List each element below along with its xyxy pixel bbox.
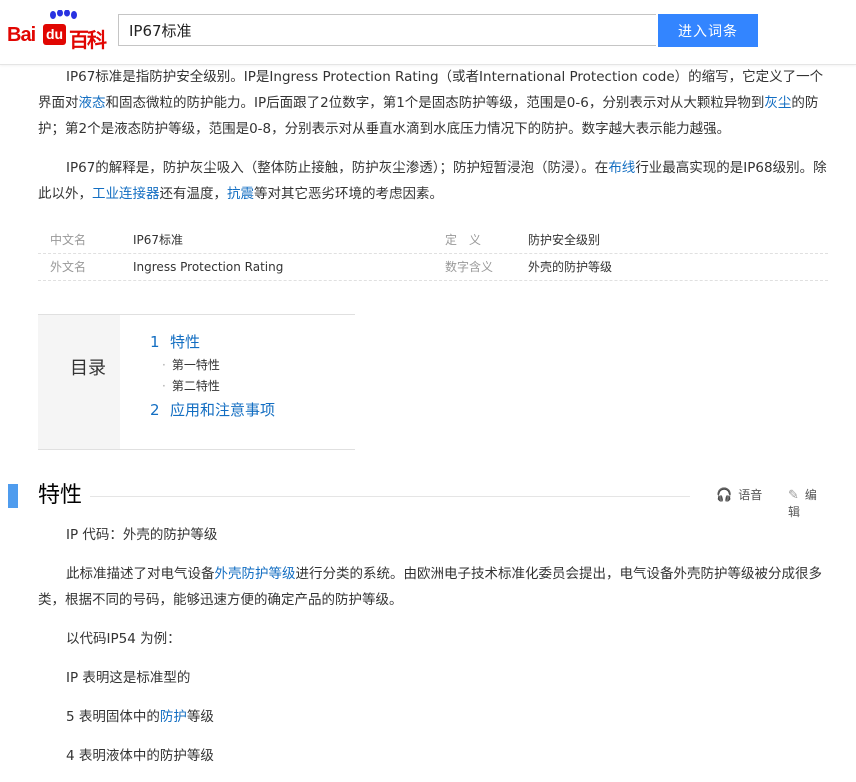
toc-label: 应用和注意事项 bbox=[170, 401, 276, 419]
section-paragraph: 5 表明固体中的防护等级 bbox=[38, 704, 828, 730]
pencil-icon: ✎ bbox=[788, 488, 799, 503]
toc-list: 1 特性 · 第一特性 · 第二特性 2 应用和注意事项 bbox=[150, 329, 275, 423]
section-paragraph: IP 代码：外壳的防护等级 bbox=[38, 522, 828, 548]
intro-paragraph-2: IP67的解释是，防护灰尘吸入（整体防止接触，防护灰尘渗透）；防护短暂浸泡（防浸… bbox=[38, 155, 828, 207]
section-paragraph: 4 表明液体中的防护等级 bbox=[38, 743, 828, 769]
text-run: IP67的解释是，防护灰尘吸入（整体防止接触，防护灰尘渗透）；防护短暂浸泡（防浸… bbox=[66, 160, 609, 176]
toc-label: 特性 bbox=[170, 333, 201, 351]
section-paragraph: 此标准描述了对电气设备外壳防护等级进行分类的系统。由欧洲电子技术标准化委员会提出… bbox=[38, 561, 828, 613]
info-value: 防护安全级别 bbox=[528, 233, 601, 247]
logo-bai-text: Bai bbox=[7, 24, 36, 46]
basic-info-row: 外文名 Ingress Protection Rating 数字含义 外壳的防护等级 bbox=[38, 254, 828, 281]
header-bar: Bai du 百科 进入词条 bbox=[0, 0, 856, 65]
baidu-baike-logo[interactable]: Bai du 百科 bbox=[7, 10, 111, 52]
toc-number: 2 bbox=[150, 401, 160, 419]
toc-subitem[interactable]: · 第二特性 bbox=[150, 376, 275, 397]
info-name: 中文名 bbox=[50, 233, 87, 247]
intro-text: IP67标准是指防护安全级别。IP是Ingress Protection Rat… bbox=[38, 64, 828, 220]
section-heading: 特性 🎧 语音 ✎ 编辑 bbox=[8, 480, 828, 519]
info-name: 数字含义 bbox=[445, 260, 494, 274]
logo-du-text: du bbox=[43, 24, 67, 45]
search-input[interactable] bbox=[118, 14, 656, 46]
toc-item[interactable]: 2 应用和注意事项 bbox=[150, 397, 275, 423]
text-run: 还有温度， bbox=[159, 186, 228, 202]
inline-link[interactable]: 工业连接器 bbox=[92, 186, 160, 202]
paw-icon bbox=[50, 10, 77, 19]
toc-number: 1 bbox=[150, 333, 160, 351]
bullet-icon: · bbox=[162, 379, 166, 393]
section-body: IP 代码：外壳的防护等级此标准描述了对电气设备外壳防护等级进行分类的系统。由欧… bbox=[38, 522, 828, 782]
text-run: 和固态微粒的防护能力。IP后面跟了2位数字，第1个是固态防护等级，范围是0-6，… bbox=[105, 95, 765, 111]
text-run: IP 表明这是标准型的 bbox=[66, 670, 191, 686]
info-value: IP67标准 bbox=[133, 233, 184, 247]
toc-subitem[interactable]: · 第一特性 bbox=[150, 355, 275, 376]
section-paragraph: IP 表明这是标准型的 bbox=[38, 665, 828, 691]
text-run: 等级 bbox=[186, 709, 214, 725]
text-run: 等对其它恶劣环境的考虑因素。 bbox=[254, 186, 443, 202]
audio-button[interactable]: 🎧 语音 bbox=[716, 486, 762, 503]
text-run: 此标准描述了对电气设备 bbox=[66, 566, 215, 582]
edit-button[interactable]: ✎ 编辑 bbox=[788, 486, 828, 520]
info-name: 定 义 bbox=[445, 233, 482, 247]
basic-info-table: 中文名 IP67标准 定 义 防护安全级别外文名 Ingress Protection … bbox=[38, 227, 828, 281]
logo-baike-text: 百科 bbox=[69, 28, 107, 52]
inline-link[interactable]: 防护 bbox=[160, 709, 187, 725]
heading-accent-bar bbox=[8, 484, 18, 508]
bullet-icon: · bbox=[162, 358, 166, 372]
audio-label: 语音 bbox=[738, 488, 763, 502]
headphones-icon: 🎧 bbox=[716, 488, 733, 503]
text-run: 4 表明液体中的防护等级 bbox=[66, 748, 214, 764]
basic-info-row: 中文名 IP67标准 定 义 防护安全级别 bbox=[38, 227, 828, 254]
section-title: 特性 bbox=[38, 480, 91, 512]
inline-link[interactable]: 液态 bbox=[79, 95, 106, 111]
text-run: 以代码IP54 为例： bbox=[66, 631, 181, 647]
inline-link[interactable]: 布线 bbox=[608, 160, 635, 176]
table-of-contents: 目录 1 特性 · 第一特性 · 第二特性 2 应用和注意事项 bbox=[38, 314, 355, 450]
info-name: 外文名 bbox=[50, 260, 87, 274]
info-value: Ingress Protection Rating bbox=[133, 260, 284, 274]
toc-item[interactable]: 1 特性 bbox=[150, 329, 275, 355]
text-run: 5 表明固体中的 bbox=[66, 709, 160, 725]
section-paragraph: 以代码IP54 为例： bbox=[38, 626, 828, 652]
info-value: 外壳的防护等级 bbox=[528, 260, 613, 274]
text-run: IP 代码：外壳的防护等级 bbox=[66, 527, 218, 543]
enter-entry-button[interactable]: 进入词条 bbox=[658, 14, 758, 47]
inline-link[interactable]: 抗震 bbox=[227, 186, 254, 202]
inline-link[interactable]: 灰尘 bbox=[764, 95, 791, 111]
toc-sublabel: 第一特性 bbox=[171, 358, 220, 372]
toc-sublabel: 第二特性 bbox=[171, 379, 220, 393]
inline-link[interactable]: 外壳防护等级 bbox=[215, 566, 296, 582]
heading-divider bbox=[90, 496, 690, 497]
toc-title: 目录 bbox=[38, 315, 120, 449]
intro-paragraph-1: IP67标准是指防护安全级别。IP是Ingress Protection Rat… bbox=[38, 64, 828, 142]
